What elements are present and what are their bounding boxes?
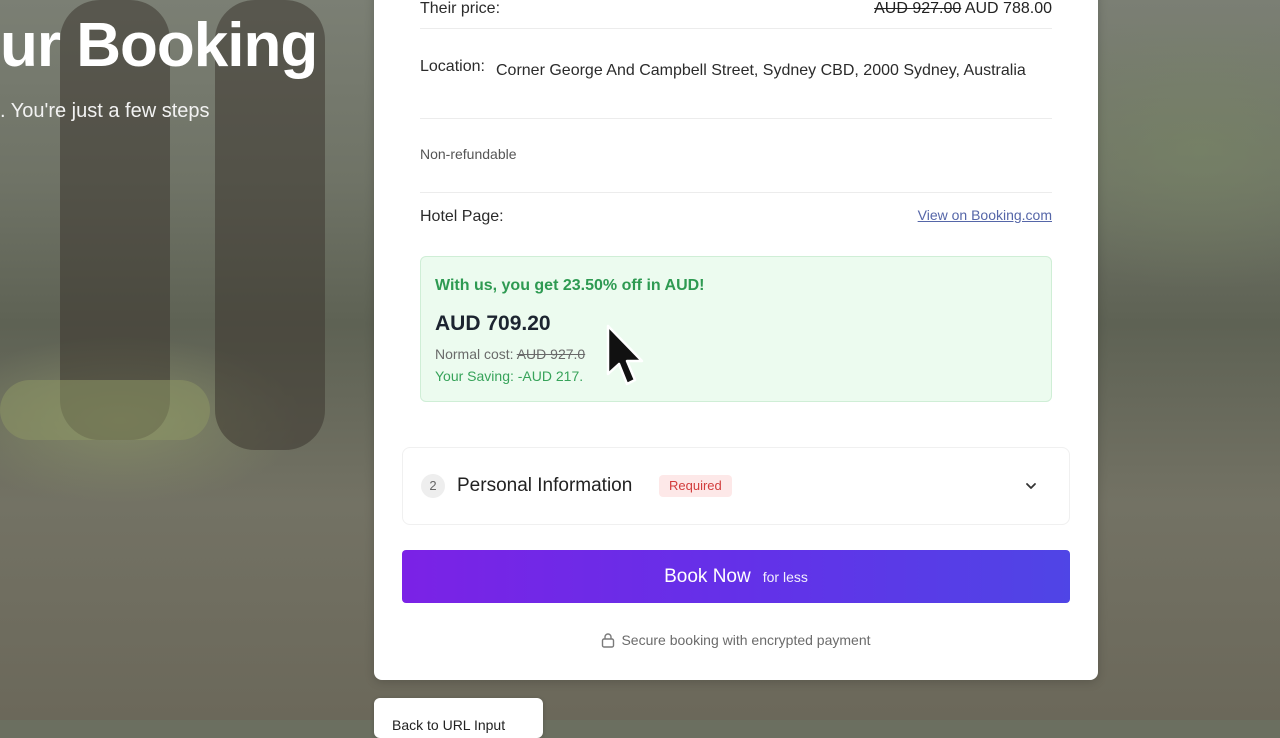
normal-cost-label: Normal cost: (435, 346, 514, 362)
booking-card: Their price: AUD 927.00 AUD 788.00 Locat… (374, 0, 1098, 680)
secure-note: Secure booking with encrypted payment (374, 632, 1098, 648)
page-subtitle: . You're just a few steps (0, 100, 210, 122)
chevron-down-icon[interactable] (1021, 476, 1041, 496)
location-value: Corner George And Campbell Street, Sydne… (496, 62, 1026, 79)
section-title: Personal Information (457, 475, 633, 496)
mouse-pointer-icon (606, 324, 644, 386)
discount-headline: With us, you get 23.50% off in AUD! (435, 277, 705, 294)
normal-cost-value: AUD 927.0 (516, 346, 586, 362)
location-row: Location: Corner George And Campbell Str… (420, 50, 1052, 119)
their-price-current: AUD 788.00 (964, 0, 1052, 17)
discount-price: AUD 709.20 (435, 312, 551, 335)
lock-icon (602, 633, 615, 648)
refund-row: Non-refundable (420, 130, 1052, 193)
back-to-url-input-button[interactable]: Back to URL Input (374, 698, 543, 738)
their-price-row: Their price: AUD 927.00 AUD 788.00 (420, 0, 1052, 29)
book-now-sublabel: for less (762, 568, 808, 585)
location-label: Location: (420, 58, 485, 75)
their-price-label: Their price: (420, 0, 501, 17)
book-now-button[interactable]: Book Now for less (402, 550, 1070, 603)
normal-cost: Normal cost: AUD 927.0 (435, 346, 585, 362)
page-title: ur Booking (0, 11, 318, 80)
discount-box: With us, you get 23.50% off in AUD! AUD … (420, 256, 1052, 402)
refund-policy: Non-refundable (420, 146, 517, 162)
required-badge: Required (659, 475, 732, 497)
secure-note-text: Secure booking with encrypted payment (621, 632, 871, 648)
step-number: 2 (421, 474, 445, 498)
their-price-value: AUD 927.00 AUD 788.00 (874, 0, 1052, 18)
their-price-original: AUD 927.00 (874, 0, 962, 17)
booking-com-link[interactable]: View on Booking.com (918, 207, 1052, 223)
book-now-label: Book Now (664, 565, 751, 587)
personal-information-section[interactable]: 2 Personal Information Required (402, 447, 1070, 525)
background-surfboard (0, 380, 210, 440)
hotel-page-label: Hotel Page: (420, 208, 504, 225)
saving-text: Your Saving: -AUD 217. (435, 368, 584, 384)
